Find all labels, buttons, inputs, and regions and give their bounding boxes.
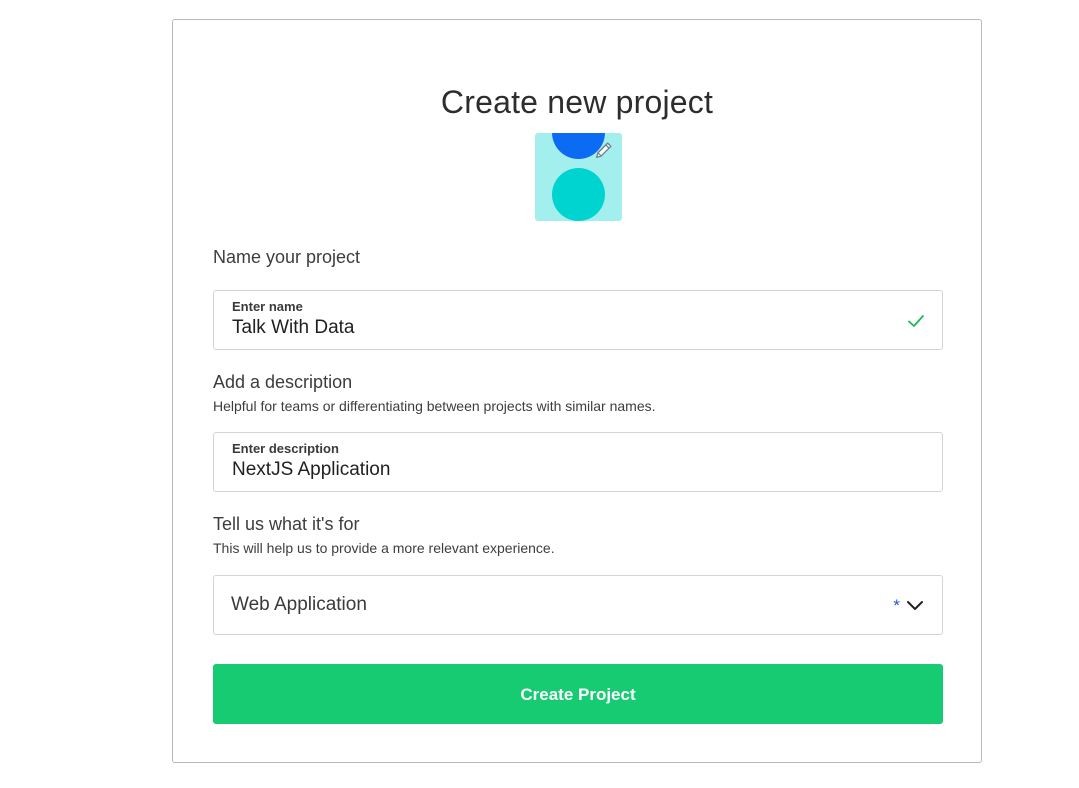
project-purpose-select[interactable]: Web Application *: [213, 575, 943, 635]
selected-purpose: Web Application: [231, 594, 367, 615]
name-field-label: Enter name: [232, 299, 303, 314]
project-name-input[interactable]: [232, 317, 892, 339]
purpose-section-label: Tell us what it's for: [213, 514, 360, 534]
description-section-label: Add a description: [213, 372, 353, 392]
name-section-label: Name your project: [213, 247, 361, 267]
check-icon: [908, 315, 924, 327]
project-description-input[interactable]: [232, 459, 892, 481]
avatar-circle-bottom: [552, 168, 605, 221]
purpose-hint: This will help us to provide a more rele…: [213, 540, 555, 556]
description-field-label: Enter description: [232, 441, 339, 456]
page-title: Create new project: [440, 84, 714, 120]
description-hint: Helpful for teams or differentiating bet…: [213, 398, 656, 414]
project-name-field[interactable]: Enter name: [213, 290, 943, 350]
project-description-field[interactable]: Enter description: [213, 432, 943, 492]
required-marker: *: [893, 596, 900, 615]
edit-pencil-icon[interactable]: [593, 139, 615, 161]
create-project-button[interactable]: Create Project: [213, 664, 943, 724]
create-project-card: Create new project Name your project Ent…: [172, 19, 982, 763]
project-avatar[interactable]: [535, 133, 622, 221]
chevron-down-icon[interactable]: [906, 598, 924, 612]
